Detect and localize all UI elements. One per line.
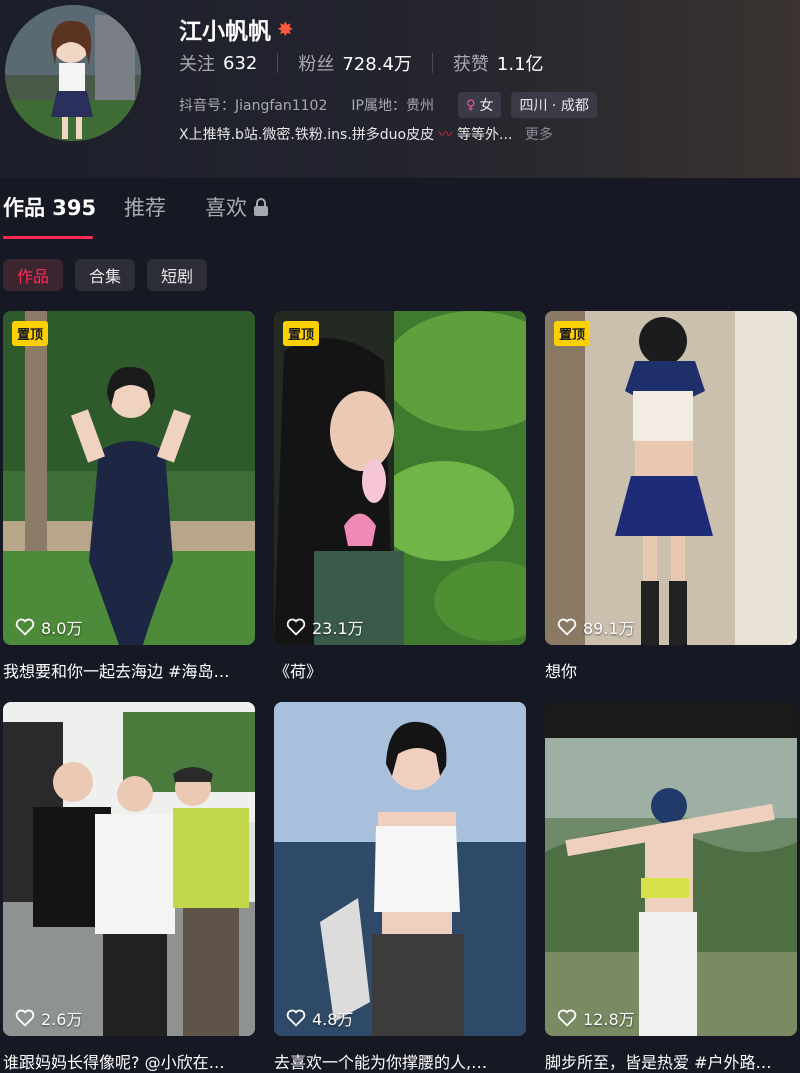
- tab-label: 作品 395: [3, 196, 97, 220]
- thumbnail-image: [3, 702, 255, 1036]
- video-caption[interactable]: 《荷》: [274, 658, 526, 682]
- heart-icon: [286, 1009, 306, 1027]
- like-count: 8.0万: [15, 615, 82, 639]
- stat-following[interactable]: 关注 632: [179, 50, 257, 76]
- video-card[interactable]: 4.8万 去喜欢一个能为你撑腰的人,…: [274, 702, 526, 1073]
- thumbnail-image: [545, 702, 797, 1036]
- divider: [277, 53, 279, 73]
- video-caption[interactable]: 谁跟妈妈长得像呢? @小欣在…: [3, 1049, 255, 1073]
- video-thumbnail[interactable]: 置顶 8.0万: [3, 311, 255, 645]
- video-thumbnail[interactable]: 置顶 23.1万: [274, 311, 526, 645]
- region-badge: 四川 · 成都: [511, 92, 597, 118]
- video-thumbnail[interactable]: 置顶 89.1万: [545, 311, 797, 645]
- avatar-illustration: [5, 5, 141, 141]
- subtab-works[interactable]: 作品: [3, 259, 64, 291]
- like-count: 4.8万: [286, 1006, 353, 1030]
- like-count: 2.6万: [15, 1006, 82, 1030]
- profile-header: 江小帆帆 ✸ 关注 632 粉丝 728.4万 获赞 1.1亿 抖音号：Jian…: [0, 0, 800, 178]
- tab-recommend[interactable]: 推荐: [124, 192, 166, 222]
- profile-stats: 关注 632 粉丝 728.4万 获赞 1.1亿: [179, 50, 544, 76]
- like-count: 23.1万: [286, 615, 364, 639]
- more-link[interactable]: 更多: [525, 127, 553, 143]
- profile-meta: 抖音号：Jiangfan1102 IP属地：贵州 ♀ 女 四川 · 成都: [179, 92, 607, 118]
- video-caption[interactable]: 去喜欢一个能为你撑腰的人,…: [274, 1049, 526, 1073]
- lock-icon: [254, 198, 268, 216]
- heart-icon: [557, 1009, 577, 1027]
- stat-value: 728.4万: [342, 54, 412, 75]
- stat-value: 632: [223, 52, 258, 74]
- subtab-collections[interactable]: 合集: [75, 259, 136, 291]
- heart-icon: [286, 618, 306, 636]
- heart-icon: [15, 1009, 35, 1027]
- heart-icon: [557, 618, 577, 636]
- stat-label: 粉丝: [298, 54, 335, 75]
- video-card[interactable]: 12.8万 脚步所至，皆是热爱 #户外路…: [545, 702, 797, 1073]
- gender-badge: ♀ 女: [457, 92, 502, 118]
- video-thumbnail[interactable]: 2.6万: [3, 702, 255, 1036]
- subtab-short-drama[interactable]: 短剧: [147, 259, 208, 291]
- pinned-badge: 置顶: [283, 321, 320, 346]
- stat-likes[interactable]: 获赞 1.1亿: [453, 50, 544, 76]
- lips-icon: 〰: [438, 127, 453, 143]
- video-thumbnail[interactable]: 4.8万: [274, 702, 526, 1036]
- like-count-value: 89.1万: [583, 619, 635, 638]
- video-card[interactable]: 置顶 23.1万 《荷》: [274, 311, 526, 682]
- like-count-value: 4.8万: [312, 1010, 354, 1029]
- divider: [431, 53, 433, 73]
- thumbnail-image: [274, 702, 526, 1036]
- tab-works[interactable]: 作品 395: [3, 192, 96, 222]
- female-icon: ♀: [465, 97, 476, 113]
- like-count-value: 2.6万: [41, 1010, 83, 1029]
- tab-likes[interactable]: 喜欢: [205, 192, 269, 222]
- heart-icon: [15, 618, 35, 636]
- spark-icon: ✸: [277, 17, 294, 41]
- profile-tabs: 作品 395 推荐 喜欢: [0, 192, 800, 242]
- like-count-value: 8.0万: [41, 619, 83, 638]
- like-count: 89.1万: [557, 615, 635, 639]
- thumbnail-image: [545, 311, 797, 645]
- stat-label: 获赞: [452, 54, 489, 75]
- thumbnail-image: [3, 311, 255, 645]
- like-count-value: 23.1万: [312, 619, 364, 638]
- gender-label: 女: [479, 98, 494, 114]
- thumbnail-image: [274, 311, 526, 645]
- active-tab-indicator: [3, 236, 93, 239]
- video-caption[interactable]: 脚步所至，皆是热爱 #户外路…: [545, 1049, 797, 1073]
- stat-label: 关注: [179, 54, 215, 75]
- bio-tail: 等等外...: [457, 127, 513, 143]
- pinned-badge: 置顶: [12, 321, 49, 346]
- stat-followers[interactable]: 粉丝 728.4万: [298, 50, 412, 76]
- ip-location: IP属地：贵州: [351, 98, 434, 114]
- bio-text: X上推特.b站.微密.铁粉.ins.拼多duo皮皮: [179, 127, 435, 143]
- video-card[interactable]: 置顶 8.0万 我想要和你一起去海边 #海岛…: [3, 311, 255, 682]
- tab-label: 喜欢: [205, 196, 247, 220]
- tab-label: 推荐: [124, 196, 166, 220]
- profile-name: 江小帆帆: [179, 19, 271, 45]
- video-card[interactable]: 置顶 89.1万 想你: [545, 311, 797, 682]
- like-count: 12.8万: [557, 1006, 635, 1030]
- pinned-badge: 置顶: [554, 321, 591, 346]
- like-count-value: 12.8万: [583, 1010, 635, 1029]
- subtabs: 作品 合集 短剧: [3, 259, 208, 291]
- douyin-id: 抖音号：Jiangfan1102: [179, 98, 328, 114]
- avatar[interactable]: [5, 5, 141, 141]
- stat-value: 1.1亿: [496, 54, 544, 75]
- video-thumbnail[interactable]: 12.8万: [545, 702, 797, 1036]
- profile-bio: X上推特.b站.微密.铁粉.ins.拼多duo皮皮 〰 等等外... 更多: [179, 124, 553, 144]
- video-caption[interactable]: 想你: [545, 658, 797, 682]
- video-card[interactable]: 2.6万 谁跟妈妈长得像呢? @小欣在…: [3, 702, 255, 1073]
- video-caption[interactable]: 我想要和你一起去海边 #海岛…: [3, 658, 255, 682]
